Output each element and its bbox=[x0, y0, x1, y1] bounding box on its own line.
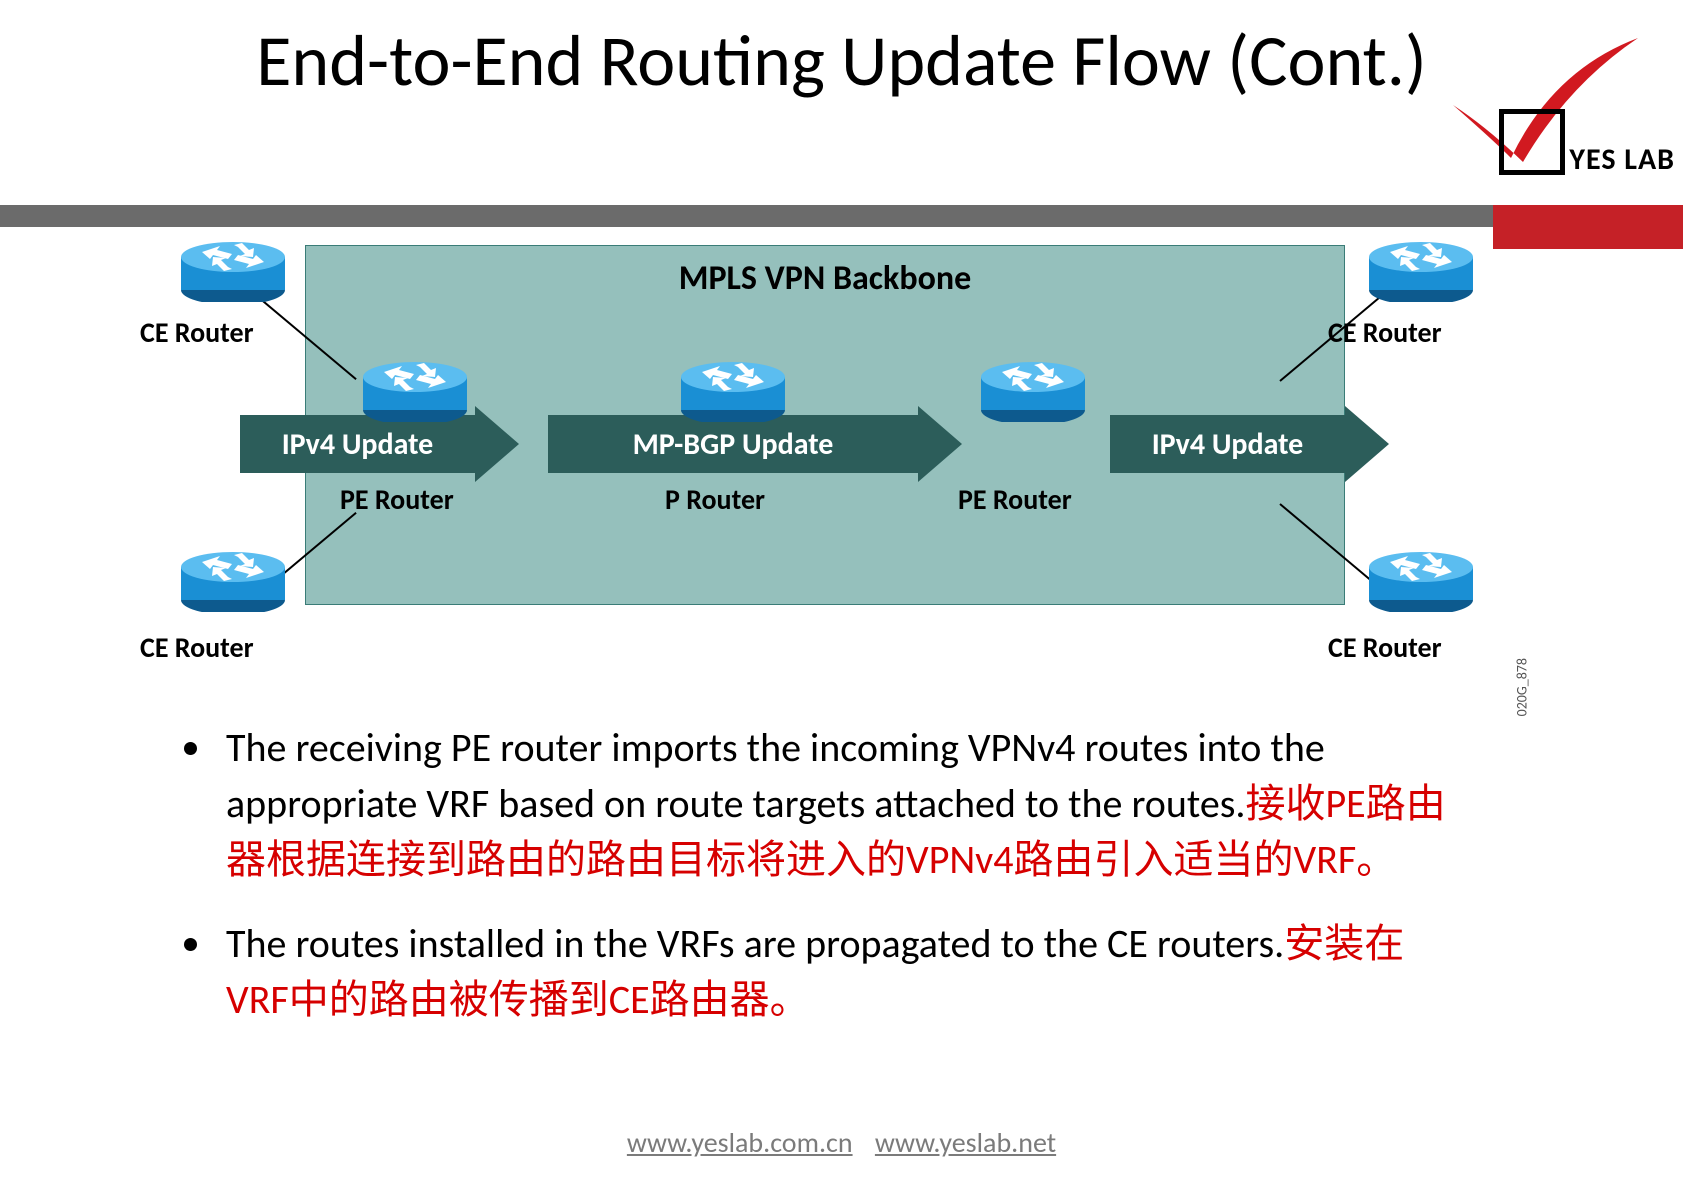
router-icon bbox=[1368, 550, 1474, 612]
routing-diagram: MPLS VPN Backbone IPv4 Update MP-BGP Upd… bbox=[170, 240, 1505, 670]
arrow-ipv4-right-label: IPv4 Update bbox=[1110, 415, 1345, 473]
router-icon bbox=[980, 360, 1086, 422]
router-icon bbox=[180, 550, 286, 612]
router-icon bbox=[1368, 240, 1474, 302]
slide: End-to-End Routing Update Flow (Cont.) Y… bbox=[0, 0, 1683, 1190]
header-bar-red bbox=[1493, 205, 1683, 249]
bullet-2: The routes installed in the VRFs are pro… bbox=[216, 916, 1450, 1028]
diagram-code: 020G_878 bbox=[1513, 658, 1530, 716]
bullet-1-en: The receiving PE router imports the inco… bbox=[226, 723, 1325, 828]
yeslab-logo: YES LAB bbox=[1453, 40, 1673, 200]
logo-text: YES LAB bbox=[1569, 141, 1675, 178]
ce-router-label-bl: CE Router bbox=[140, 630, 254, 665]
footer: www.yeslab.com.cn www.yeslab.net bbox=[0, 1125, 1683, 1160]
backbone-title: MPLS VPN Backbone bbox=[306, 258, 1344, 299]
pe-router-label-left: PE Router bbox=[340, 482, 454, 517]
slide-title: End-to-End Routing Update Flow (Cont.) bbox=[0, 22, 1683, 101]
bullet-list: The receiving PE router imports the inco… bbox=[170, 720, 1450, 1056]
router-icon bbox=[680, 360, 786, 422]
router-icon bbox=[362, 360, 468, 422]
p-router-label: P Router bbox=[665, 482, 765, 517]
footer-link-1[interactable]: www.yeslab.com.cn bbox=[627, 1125, 853, 1160]
ce-router-label-tr: CE Router bbox=[1328, 315, 1442, 350]
bullet-1: The receiving PE router imports the inco… bbox=[216, 720, 1450, 888]
header-bar-gray bbox=[0, 205, 1683, 227]
logo-box bbox=[1499, 109, 1565, 175]
footer-link-2[interactable]: www.yeslab.net bbox=[875, 1125, 1056, 1160]
arrow-mpbgp-label: MP-BGP Update bbox=[548, 415, 918, 473]
arrow-ipv4-left-label: IPv4 Update bbox=[240, 415, 475, 473]
pe-router-label-right: PE Router bbox=[958, 482, 1072, 517]
ce-router-label-tl: CE Router bbox=[140, 315, 254, 350]
ce-router-label-br: CE Router bbox=[1328, 630, 1442, 665]
bullet-2-en: The routes installed in the VRFs are pro… bbox=[226, 919, 1284, 968]
router-icon bbox=[180, 240, 286, 302]
